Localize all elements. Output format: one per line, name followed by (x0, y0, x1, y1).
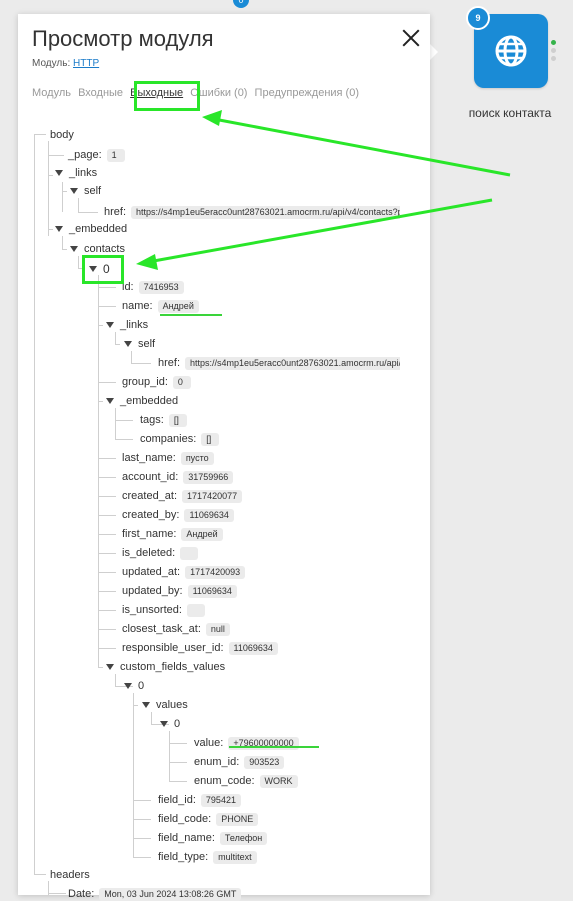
annotation-arrows (136, 110, 511, 270)
operations-count-badge: 9 (466, 6, 490, 30)
